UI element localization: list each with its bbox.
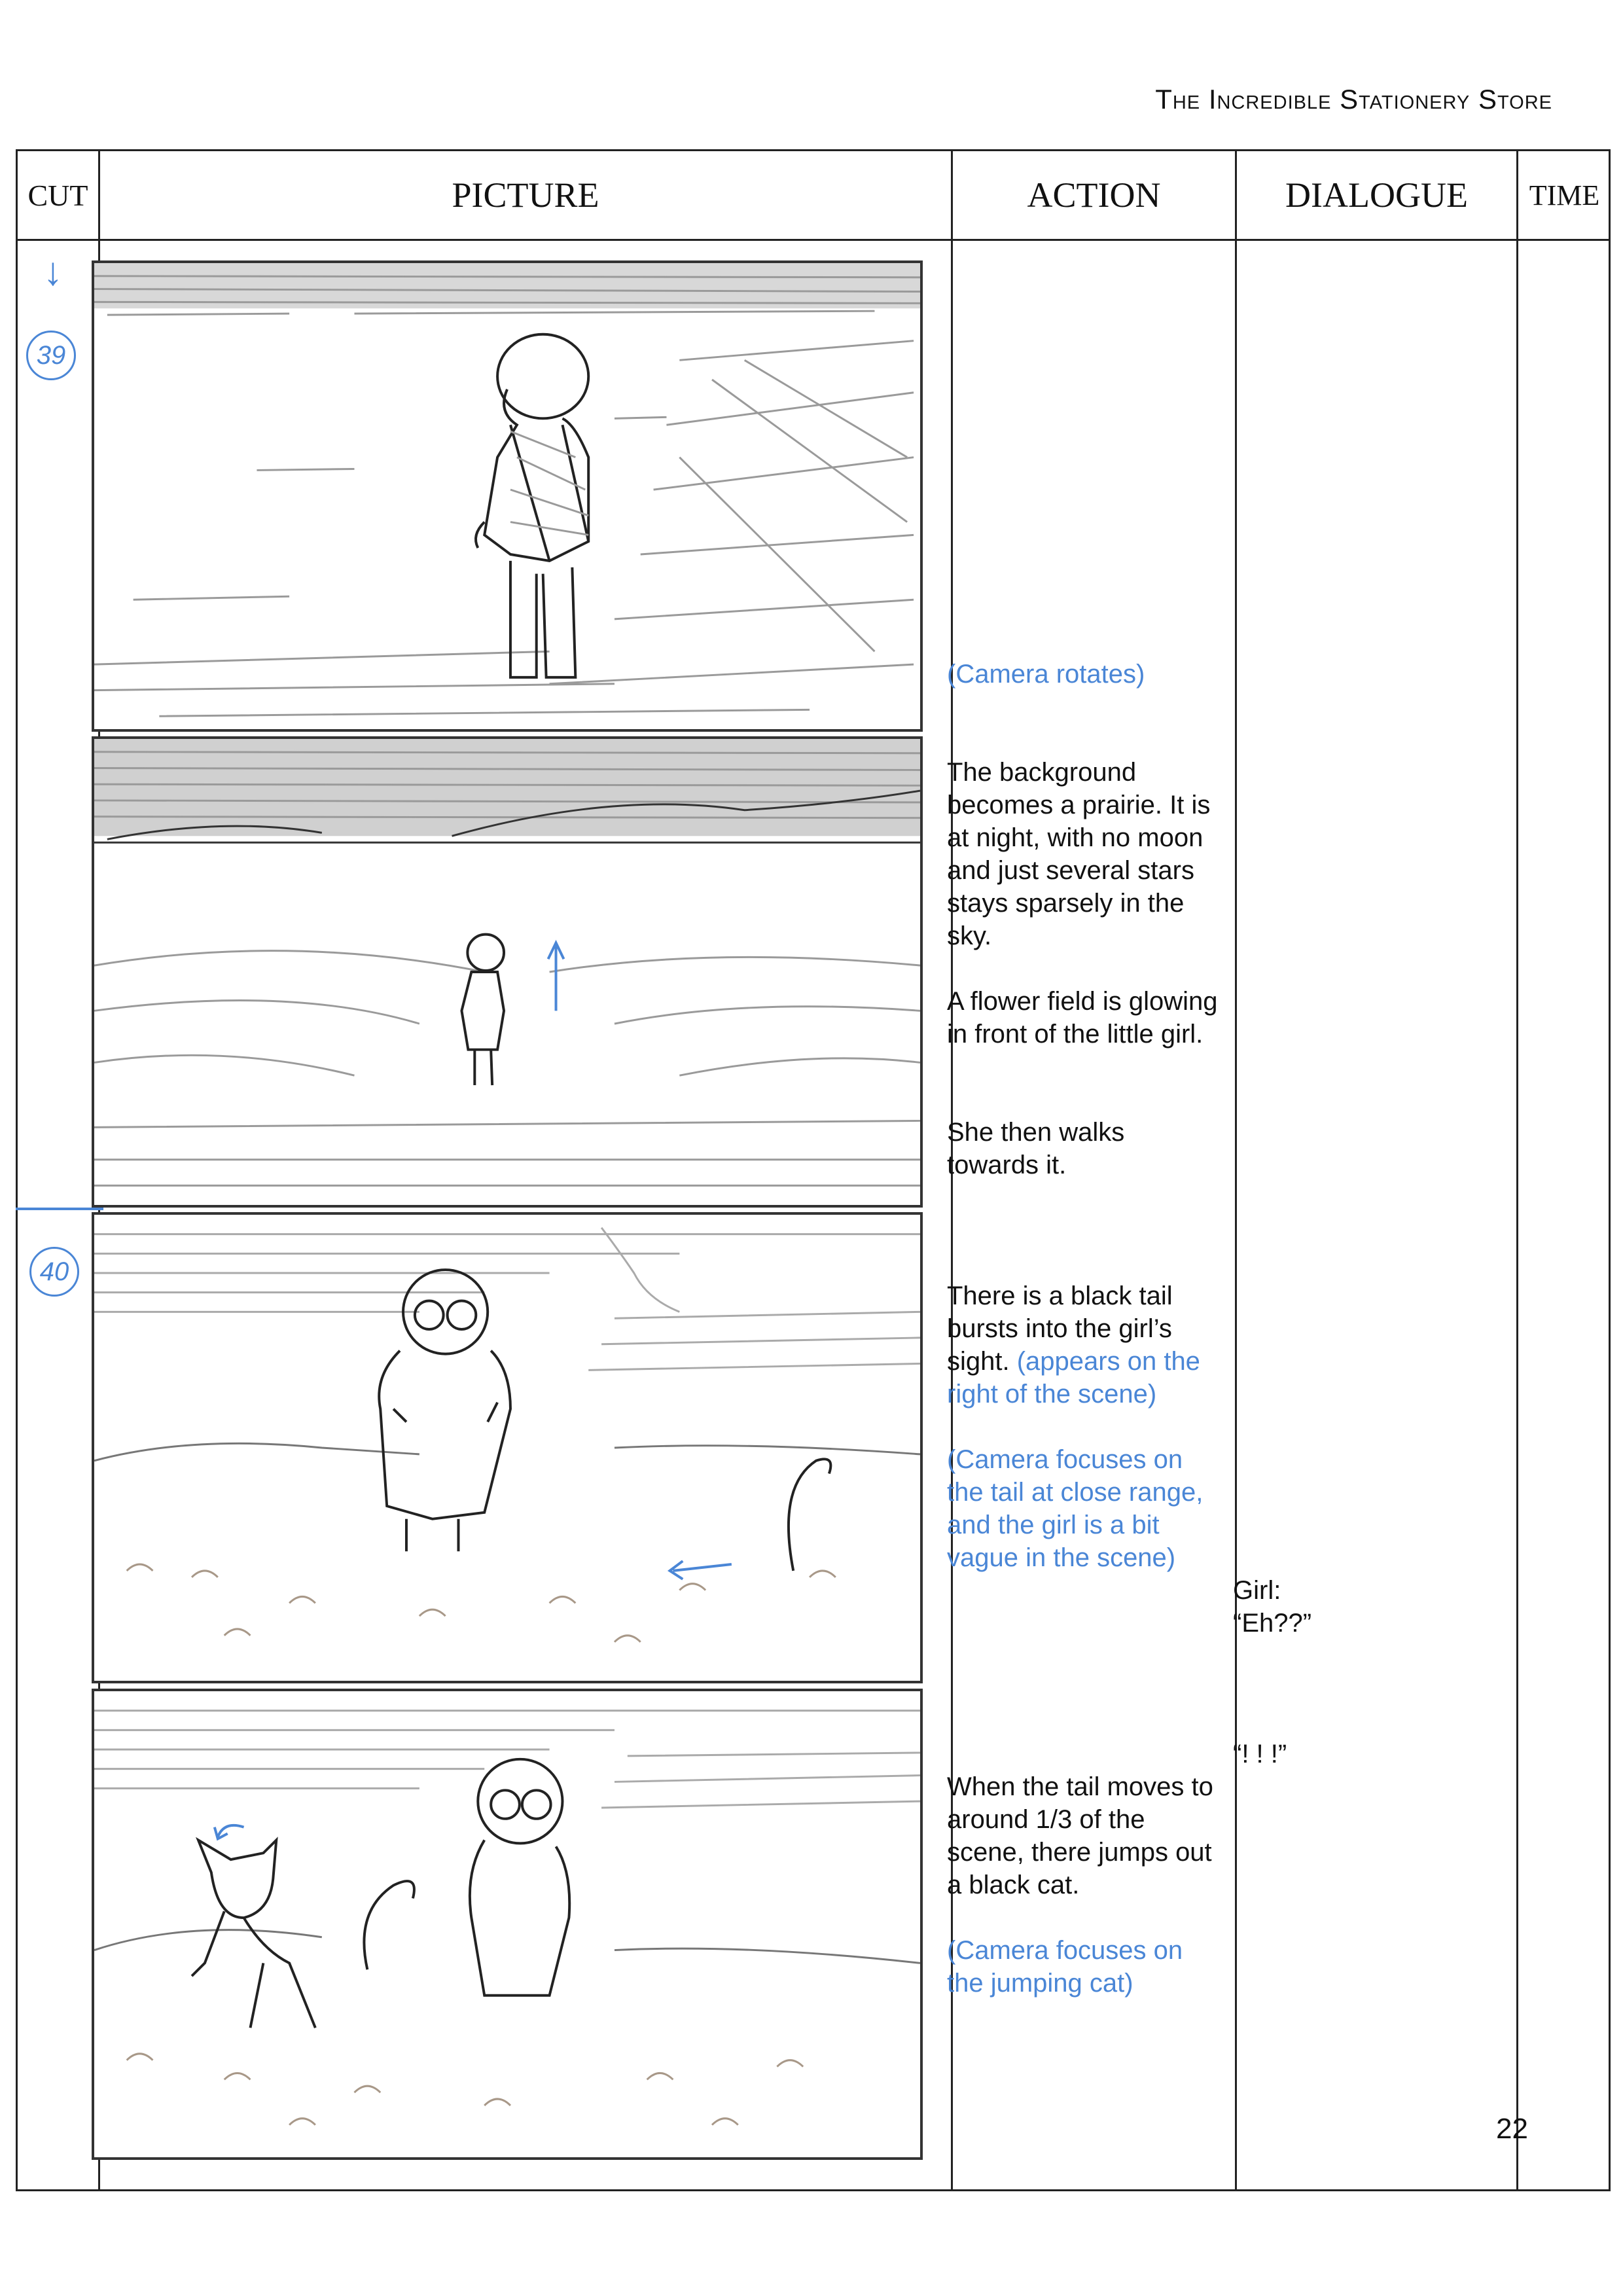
column-header-dialogue: DIALOGUE bbox=[1285, 175, 1468, 215]
action-camera-rotates: (Camera rotates) bbox=[947, 660, 1145, 689]
column-header-action: ACTION bbox=[1027, 175, 1161, 215]
sketch-cat-jumping bbox=[94, 1710, 920, 2126]
action-camera-focus-cat: (Camera focuses on the jumping cat) bbox=[947, 1936, 1183, 1998]
cut-number-40: 40 bbox=[29, 1247, 79, 1297]
header-divider bbox=[18, 239, 1609, 241]
storyboard-panel-4 bbox=[92, 1689, 923, 2160]
dialogue-line-eh: “Eh??” bbox=[1233, 1609, 1312, 1638]
column-header-time: TIME bbox=[1529, 179, 1600, 211]
action-walks-towards: She then walks towards it. bbox=[947, 1118, 1125, 1179]
column-header-picture: PICTURE bbox=[452, 175, 599, 215]
action-background-prairie: The background becomes a prairie. It is … bbox=[947, 758, 1211, 950]
action-flower-field: A flower field is glowing in front of th… bbox=[947, 987, 1218, 1049]
storyboard-panel-3 bbox=[92, 1212, 923, 1683]
storyboard-panel-1 bbox=[92, 260, 923, 732]
down-arrow-icon: ↓ bbox=[43, 249, 63, 293]
storyboard-panel-2 bbox=[92, 736, 923, 1208]
cut-number-39: 39 bbox=[26, 331, 76, 380]
page-number: 22 bbox=[1496, 2113, 1528, 2145]
column-divider bbox=[1235, 151, 1237, 2189]
column-header-cut: CUT bbox=[27, 178, 88, 212]
sketch-girl-and-tail bbox=[94, 1227, 920, 1643]
sketch-girl-back-view bbox=[94, 263, 920, 717]
sketch-girl-walking-prairie bbox=[94, 739, 920, 1187]
dialogue-speaker-girl: Girl: bbox=[1233, 1576, 1281, 1605]
dialogue-line-exclaim: “! ! !” bbox=[1233, 1740, 1287, 1768]
action-camera-focus-tail: (Camera focuses on the tail at close ran… bbox=[947, 1445, 1204, 1572]
action-black-tail: There is a black tail bursts into the gi… bbox=[947, 1280, 1222, 1410]
cut-separator-line bbox=[16, 1208, 103, 1210]
column-divider bbox=[1516, 151, 1518, 2189]
document-title: The Incredible Stationery Store bbox=[1155, 84, 1552, 115]
action-cat-jumps-out: When the tail moves to around 1/3 of the… bbox=[947, 1772, 1213, 1899]
